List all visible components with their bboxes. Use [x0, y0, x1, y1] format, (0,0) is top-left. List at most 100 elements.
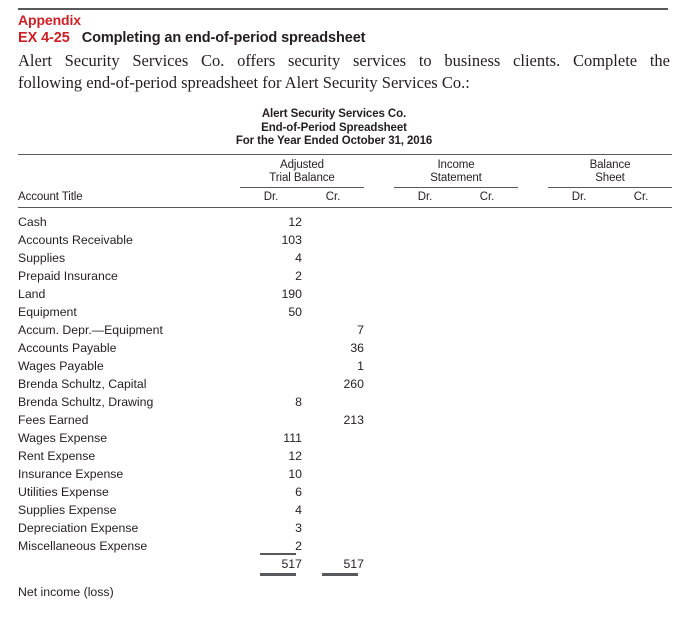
- worksheet-period: For the Year Ended October 31, 2016: [235, 135, 433, 147]
- row-account-title: Miscellaneous Expense: [18, 538, 148, 553]
- row-atb-dr: 2: [295, 268, 302, 283]
- row-bs-dr: [548, 213, 610, 231]
- row-atb-cr: [302, 285, 364, 303]
- row-is-dr: [394, 321, 456, 339]
- exercise-title-line: EX 4-25 Completing an end-of-period sprea…: [18, 29, 670, 47]
- row-account-title: Equipment: [18, 304, 77, 319]
- row-bs-dr: [548, 465, 610, 483]
- table-row: Rent Expense 12: [18, 447, 672, 465]
- row-is-dr: [394, 231, 456, 249]
- row-is-dr: [394, 303, 456, 321]
- column-gap: [518, 339, 548, 357]
- totals-is-dr: [394, 555, 456, 574]
- row-is-cr: [456, 393, 518, 411]
- row-atb-cr: [302, 483, 364, 501]
- row-is-dr: [394, 501, 456, 519]
- column-group-adjusted-trial-balance: Adjusted Trial Balance: [240, 158, 364, 188]
- column-group-header-row: Adjusted Trial Balance Income Statement …: [18, 158, 672, 188]
- row-account-title: Wages Expense: [18, 430, 108, 445]
- row-atb-dr: [240, 375, 302, 393]
- row-bs-cr: [610, 537, 672, 555]
- appendix-label: Appendix: [18, 12, 81, 28]
- row-atb-cr: 1: [357, 358, 364, 373]
- row-is-dr: [394, 267, 456, 285]
- header-bs-dr: Dr.: [571, 190, 587, 203]
- column-group-income-statement-line2: Statement: [430, 172, 482, 184]
- column-gap: [518, 583, 548, 601]
- table-row: Supplies 4: [18, 249, 672, 267]
- row-is-cr: [456, 303, 518, 321]
- table-row: Accounts Payable 36: [18, 339, 672, 357]
- row-atb-dr: 12: [288, 214, 302, 229]
- row-is-dr: [394, 339, 456, 357]
- row-atb-dr: 50: [288, 304, 302, 319]
- column-gap: [518, 555, 548, 574]
- column-gap: [364, 339, 394, 357]
- row-is-dr: [394, 393, 456, 411]
- column-gap: [518, 447, 548, 465]
- row-bs-cr: [610, 321, 672, 339]
- row-is-dr: [394, 249, 456, 267]
- column-gap: [364, 583, 394, 601]
- exercise-number: EX 4-25: [18, 30, 70, 46]
- totals-atb-cr: 517: [302, 555, 364, 576]
- net-income-bs-dr: [548, 583, 610, 601]
- row-is-cr: [456, 231, 518, 249]
- worksheet-statement-name: End-of-Period Spreadsheet: [261, 121, 407, 134]
- column-gap: [364, 213, 394, 231]
- totals-bs-dr: [548, 555, 610, 574]
- row-account-title: Utilities Expense: [18, 484, 109, 499]
- row-bs-dr: [548, 321, 610, 339]
- row-atb-cr: [302, 249, 364, 267]
- row-is-dr: [394, 411, 456, 429]
- row-bs-cr: [610, 501, 672, 519]
- column-gap: [518, 501, 548, 519]
- column-gap: [518, 465, 548, 483]
- column-gap: [364, 357, 394, 375]
- row-atb-cr: 7: [357, 322, 364, 337]
- row-bs-cr: [610, 447, 672, 465]
- row-atb-dr: 2: [240, 537, 302, 555]
- table-row: Land 190: [18, 285, 672, 303]
- row-bs-cr: [610, 519, 672, 537]
- row-is-dr: [394, 537, 456, 555]
- column-gap: [364, 303, 394, 321]
- net-income-atb-dr: [240, 583, 302, 601]
- row-is-dr: [394, 285, 456, 303]
- row-is-cr: [456, 249, 518, 267]
- net-income-atb-cr: [302, 583, 364, 601]
- column-gap: [518, 231, 548, 249]
- row-is-dr: [394, 213, 456, 231]
- row-atb-dr: [240, 411, 302, 429]
- column-group-income-statement-line1: Income: [437, 158, 475, 171]
- table-row: Miscellaneous Expense 2: [18, 537, 672, 555]
- row-bs-cr: [610, 285, 672, 303]
- row-is-cr: [456, 339, 518, 357]
- worksheet-title-block: Alert Security Services Co. End-of-Perio…: [18, 108, 668, 149]
- row-bs-cr: [610, 393, 672, 411]
- column-group-balance-sheet-line1: Balance: [589, 158, 631, 171]
- row-atb-dr: 8: [295, 394, 302, 409]
- net-income-row: Net income (loss): [18, 583, 672, 601]
- column-group-adjusted-trial-balance-line2: Trial Balance: [269, 172, 335, 184]
- table-row: Prepaid Insurance 2: [18, 267, 672, 285]
- row-is-cr: [456, 519, 518, 537]
- table-row: Insurance Expense 10: [18, 465, 672, 483]
- row-atb-dr: 12: [288, 448, 302, 463]
- header-bs-cr: Cr.: [633, 190, 649, 203]
- column-gap: [364, 411, 394, 429]
- row-bs-dr: [548, 429, 610, 447]
- column-gap: [364, 465, 394, 483]
- row-atb-cr: [302, 537, 364, 555]
- row-is-cr: [456, 501, 518, 519]
- row-bs-cr: [610, 249, 672, 267]
- row-bs-dr: [548, 519, 610, 537]
- column-gap: [364, 555, 394, 574]
- row-atb-dr: 190: [281, 286, 302, 301]
- table-row: Depreciation Expense 3: [18, 519, 672, 537]
- account-title-header: Account Title: [18, 190, 83, 203]
- table-row: Brenda Schultz, Drawing 8: [18, 393, 672, 411]
- column-gap: [518, 393, 548, 411]
- row-atb-cr: [302, 303, 364, 321]
- row-is-cr: [456, 447, 518, 465]
